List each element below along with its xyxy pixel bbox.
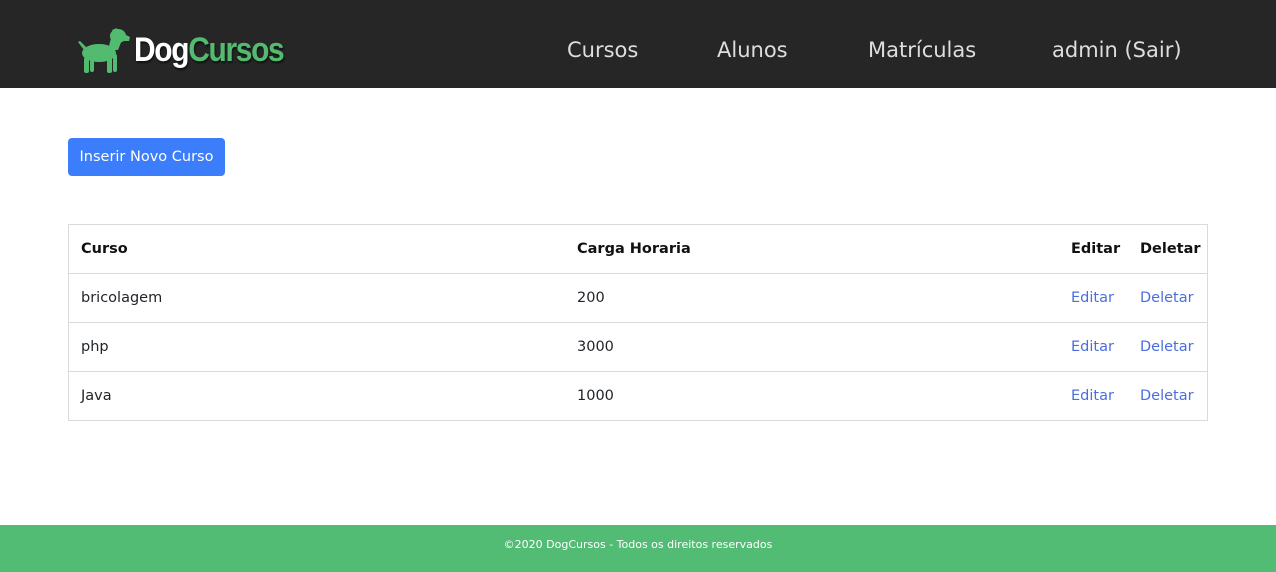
cell-carga-horaria: 3000	[577, 339, 614, 355]
nav-matriculas[interactable]: Matrículas	[868, 36, 976, 64]
brand-name: DogCursos	[134, 31, 285, 69]
brand-logo[interactable]: DogCursos	[76, 26, 304, 74]
table-row: bricolagem 200 Editar Deletar	[69, 274, 1207, 323]
brand-name-cursos: Cursos	[188, 31, 284, 69]
top-navbar: DogCursos Cursos Alunos Matrículas admin…	[0, 0, 1276, 88]
table-row: php 3000 Editar Deletar	[69, 323, 1207, 372]
cell-carga-horaria: 200	[577, 290, 605, 306]
cell-curso: php	[81, 339, 109, 355]
table-header-row: Curso Carga Horaria Editar Deletar	[69, 225, 1207, 274]
edit-link[interactable]: Editar	[1071, 323, 1114, 371]
edit-link[interactable]: Editar	[1071, 274, 1114, 322]
footer-copyright: ©2020 DogCursos - Todos os direitos rese…	[503, 538, 773, 551]
delete-link[interactable]: Deletar	[1140, 372, 1194, 420]
page: DogCursos Cursos Alunos Matrículas admin…	[0, 0, 1276, 572]
cell-curso: bricolagem	[81, 290, 163, 306]
table-row: Java 1000 Editar Deletar	[69, 372, 1207, 421]
courses-table: Curso Carga Horaria Editar Deletar brico…	[68, 224, 1208, 421]
insert-course-button[interactable]: Inserir Novo Curso	[68, 138, 225, 176]
column-header-curso: Curso	[81, 241, 128, 257]
delete-link[interactable]: Deletar	[1140, 323, 1194, 371]
cell-curso: Java	[81, 388, 112, 404]
delete-link[interactable]: Deletar	[1140, 274, 1194, 322]
brand-name-dog: Dog	[134, 31, 190, 69]
column-header-deletar: Deletar	[1140, 241, 1201, 257]
cell-carga-horaria: 1000	[577, 388, 614, 404]
footer: ©2020 DogCursos - Todos os direitos rese…	[0, 525, 1276, 572]
column-header-carga-horaria: Carga Horaria	[577, 241, 691, 257]
nav-admin-logout[interactable]: admin (Sair)	[1052, 36, 1182, 64]
nav-cursos[interactable]: Cursos	[567, 36, 638, 64]
edit-link[interactable]: Editar	[1071, 372, 1114, 420]
dog-icon	[76, 26, 130, 74]
nav-alunos[interactable]: Alunos	[717, 36, 788, 64]
column-header-editar: Editar	[1071, 241, 1121, 257]
